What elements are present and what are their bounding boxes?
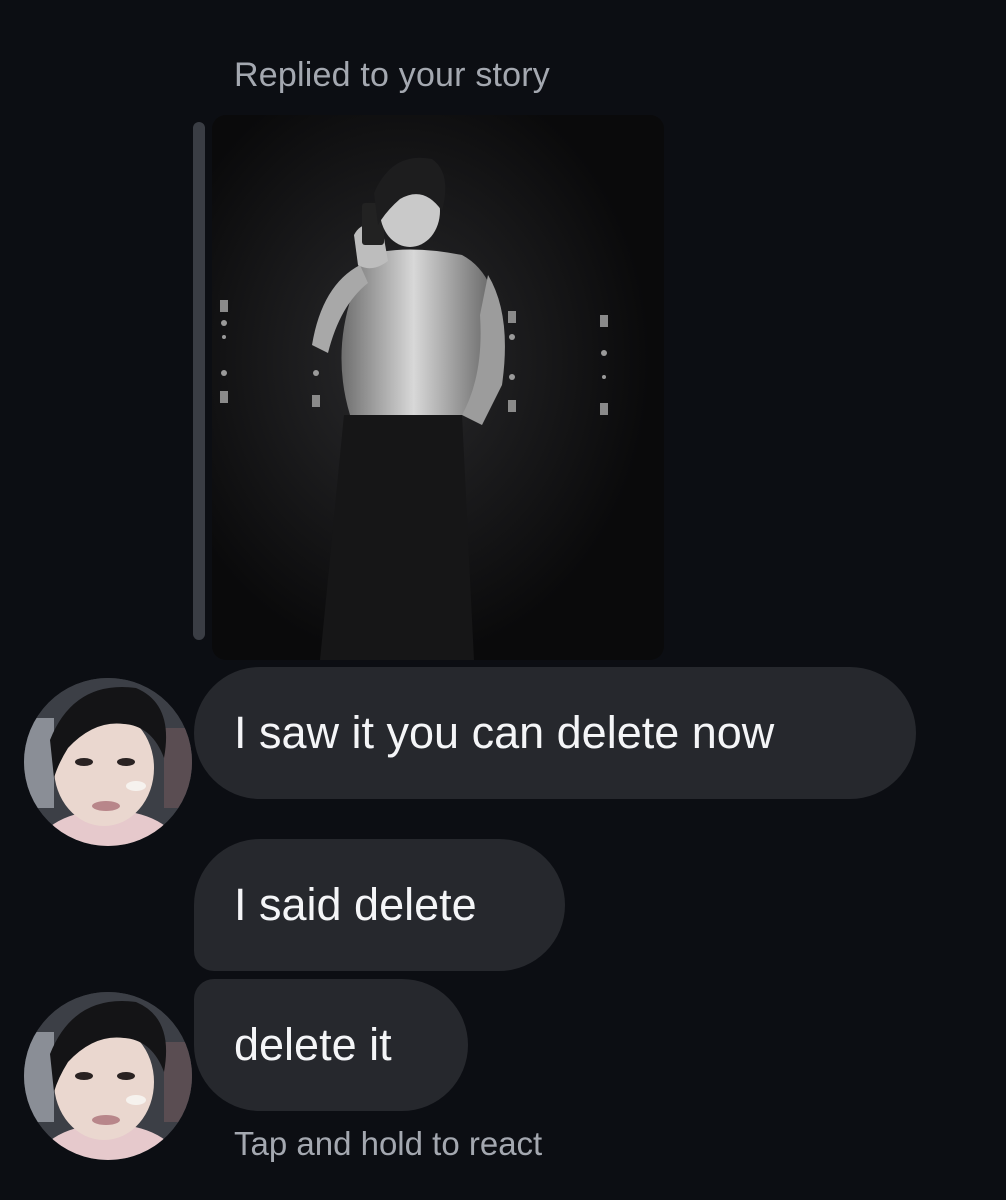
reply-indicator-bar: [193, 122, 205, 640]
story-thumbnail[interactable]: [212, 115, 664, 660]
react-hint: Tap and hold to react: [234, 1125, 543, 1162]
sender-avatar-photo: [24, 678, 192, 846]
sender-avatar[interactable]: [24, 678, 192, 846]
message-text: delete it: [234, 1019, 392, 1070]
message-text: I saw it you can delete now: [234, 707, 775, 758]
story-photo: [212, 115, 664, 660]
message-bubble[interactable]: delete it: [194, 979, 468, 1111]
replied-to-story-label: Replied to your story: [234, 56, 551, 94]
message-text: I said delete: [234, 879, 477, 930]
message-bubble[interactable]: I said delete: [194, 839, 565, 971]
sender-avatar[interactable]: [24, 992, 192, 1160]
message-bubble[interactable]: I saw it you can delete now: [194, 667, 916, 799]
sender-avatar-photo: [24, 992, 192, 1160]
